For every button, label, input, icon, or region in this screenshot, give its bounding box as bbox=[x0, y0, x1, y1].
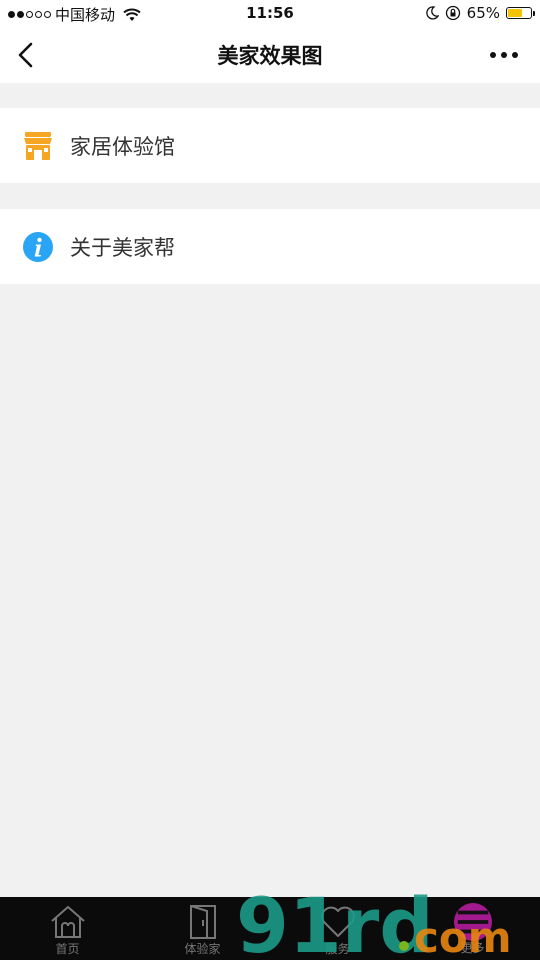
tab-home[interactable]: 首页 bbox=[0, 897, 135, 960]
battery-fill bbox=[508, 9, 523, 17]
list-item-label: 家居体验馆 bbox=[70, 134, 175, 159]
tab-more[interactable]: 更多 bbox=[405, 897, 540, 960]
rotation-lock-icon bbox=[445, 5, 460, 21]
page-title: 美家效果图 bbox=[217, 44, 323, 68]
info-icon bbox=[23, 231, 53, 262]
battery-icon bbox=[506, 7, 535, 19]
tab-label: 服务 bbox=[325, 942, 350, 956]
heart-icon bbox=[320, 906, 355, 937]
list-item-label: 关于美家帮 bbox=[70, 235, 175, 260]
list-item-experience-hall[interactable]: 家居体验馆 bbox=[0, 108, 540, 183]
store-icon bbox=[24, 131, 52, 160]
moon-icon bbox=[425, 6, 439, 20]
home-icon bbox=[50, 906, 85, 938]
tab-bar: 首页 体验家 服务 更多 bbox=[0, 897, 540, 960]
tab-experience[interactable]: 体验家 bbox=[135, 897, 270, 960]
tab-label: 更多 bbox=[460, 941, 485, 955]
more-dots-icon[interactable] bbox=[490, 52, 518, 58]
list-item-about[interactable]: 关于美家帮 bbox=[0, 209, 540, 284]
status-bar: 中国移动 11:56 65% bbox=[0, 0, 540, 28]
tab-service[interactable]: 服务 bbox=[270, 897, 405, 960]
tab-label: 体验家 bbox=[184, 942, 221, 956]
battery-percent: 65% bbox=[466, 4, 500, 22]
tab-label: 首页 bbox=[55, 942, 80, 956]
nav-bar: 美家效果图 bbox=[0, 28, 540, 83]
menu-icon bbox=[453, 903, 492, 941]
door-icon bbox=[189, 905, 216, 939]
status-right: 65% bbox=[425, 4, 535, 22]
